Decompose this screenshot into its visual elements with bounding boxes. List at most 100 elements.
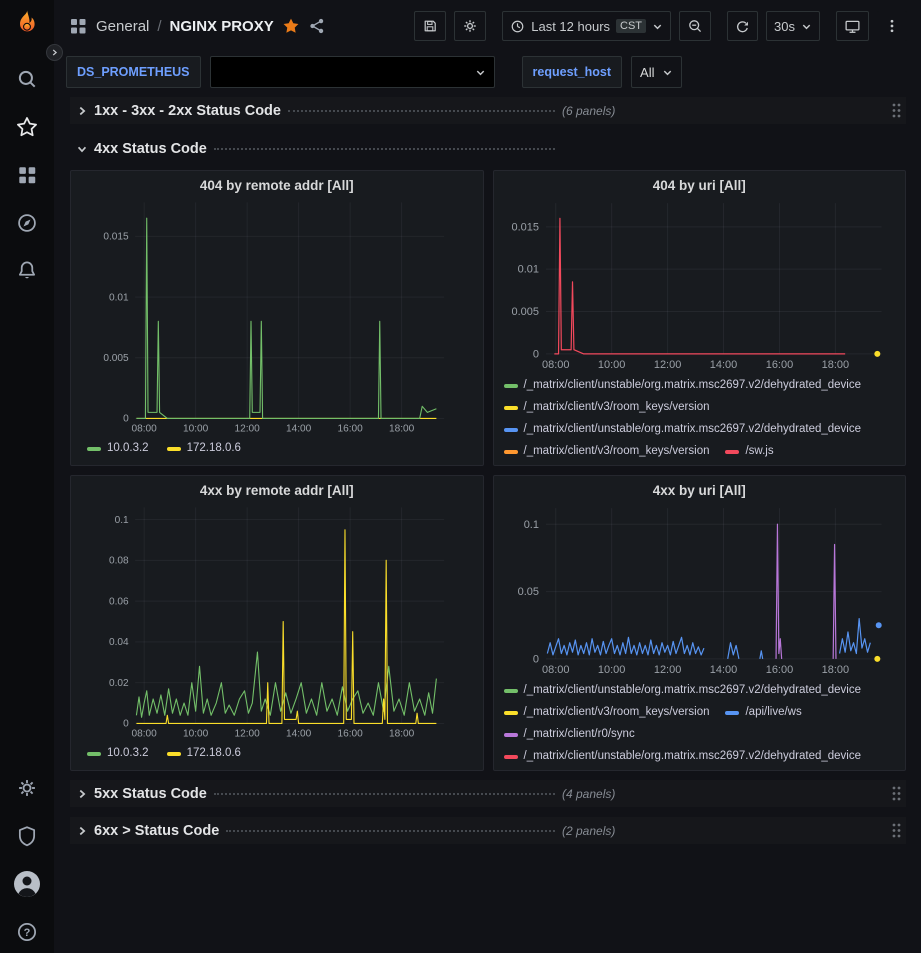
legend-item[interactable]: /_matrix/client/unstable/org.matrix.msc2… [504,746,862,764]
sidebar-expand-button[interactable] [46,44,63,61]
svg-text:18:00: 18:00 [821,664,848,676]
legend-label: /_matrix/client/v3/room_keys/version [524,441,710,459]
variable-label-ds-prometheus[interactable]: DS_PROMETHEUS [66,56,201,88]
row-dotted-leader [226,830,555,832]
panel-title[interactable]: 404 by uri [All] [504,175,896,195]
row-header-1xx[interactable]: 1xx - 3xx - 2xx Status Code (6 panels) [70,97,906,124]
legend-swatch [504,428,518,432]
more-options-button[interactable] [877,11,907,41]
sidebar-item-alerting[interactable] [12,256,42,286]
legend-item[interactable]: 10.0.3.2 [87,438,149,459]
save-dashboard-button[interactable] [414,11,446,41]
sidebar-item-help[interactable]: ? [12,917,42,947]
svg-text:08:00: 08:00 [542,359,569,371]
dashboard-toolbar: Last 12 hours CST 30s [414,11,907,41]
chevron-down-icon [475,67,486,78]
sidebar-item-profile[interactable] [12,869,42,899]
legend-item[interactable]: /_matrix/client/unstable/org.matrix.msc2… [504,680,862,701]
row-header-6xx[interactable]: 6xx > Status Code (2 panels) [70,817,906,844]
legend-item[interactable]: /sw.js [725,441,773,459]
legend-swatch [87,447,101,451]
legend-label: 172.18.0.6 [187,743,241,764]
chevron-down-icon [652,21,663,32]
search-icon [16,68,38,90]
legend-item[interactable]: 172.18.0.6 [167,743,241,764]
breadcrumb-section[interactable]: General [96,18,149,35]
sidebar-item-server-admin[interactable] [12,821,42,851]
row-title: 1xx - 3xx - 2xx Status Code [94,103,281,119]
svg-text:0: 0 [532,653,538,665]
svg-text:08:00: 08:00 [131,728,157,739]
time-range-picker[interactable]: Last 12 hours CST [502,11,671,41]
timeseries-chart[interactable]: 08:0010:0012:0014:0016:0018:0000.020.040… [81,500,473,740]
row-header-5xx[interactable]: 5xx Status Code (4 panels) [70,780,906,807]
svg-text:18:00: 18:00 [389,423,415,434]
row-drag-handle-icon[interactable] [891,822,902,839]
row-drag-handle-icon[interactable] [891,102,902,119]
dashboard-title[interactable]: NGINX PROXY [170,18,274,35]
sidebar-item-configuration[interactable] [12,773,42,803]
timeseries-chart[interactable]: 08:0010:0012:0014:0016:0018:0000.0050.01… [504,195,896,372]
favorite-star-icon[interactable] [282,17,300,35]
legend-swatch [725,711,739,715]
row-panel-count: (2 panels) [562,824,615,838]
panels-grid: 404 by remote addr [All] 08:0010:0012:00… [70,170,906,771]
timeseries-chart[interactable]: 08:0010:0012:0014:0016:0018:0000.050.1 [504,500,896,677]
breadcrumb-separator: / [157,18,161,35]
legend-label: /_matrix/client/r0/sync [524,724,635,745]
share-icon[interactable] [308,17,326,35]
legend-item[interactable]: 172.18.0.6 [167,438,241,459]
kebab-menu-icon [884,18,900,34]
kiosk-mode-button[interactable] [836,11,869,41]
variable-value-request-host[interactable]: All [631,56,682,88]
row-dotted-leader [288,110,555,112]
star-icon [16,116,38,138]
legend-item[interactable]: /api/live/ws [725,702,801,723]
legend-item[interactable]: 10.0.3.2 [87,743,149,764]
gear-icon [16,777,38,799]
variable-label-request-host[interactable]: request_host [522,56,623,88]
legend-item[interactable]: /_matrix/client/r0/sync [504,724,635,745]
sidebar-item-search[interactable] [12,64,42,94]
sidebar-item-dashboards[interactable] [12,160,42,190]
legend-item[interactable]: /_matrix/client/v3/room_keys/version [504,441,710,459]
row-header-4xx[interactable]: 4xx Status Code [70,135,906,162]
chevron-right-icon [76,105,88,117]
panel-title[interactable]: 4xx by uri [All] [504,480,896,500]
top-navbar: General / NGINX PROXY [54,0,921,52]
legend-swatch [504,733,518,737]
legend-item[interactable]: /_matrix/client/v3/room_keys/version [504,397,710,418]
legend-label: 10.0.3.2 [107,743,149,764]
variables-bar: DS_PROMETHEUS request_host All [54,52,921,92]
grafana-logo[interactable] [12,8,42,38]
legend-label: /_matrix/client/unstable/org.matrix.msc2… [524,419,862,440]
sidebar-item-explore[interactable] [12,208,42,238]
legend-item[interactable]: /_matrix/client/unstable/org.matrix.msc2… [504,419,862,440]
legend-label: /_matrix/client/unstable/org.matrix.msc2… [524,680,862,701]
variable-value-ds-prometheus[interactable] [210,56,495,88]
panel-title[interactable]: 4xx by remote addr [All] [81,480,473,500]
compass-icon [16,212,38,234]
shield-icon [16,825,38,847]
legend-label: /sw.js [745,441,773,459]
row-title: 4xx Status Code [94,141,207,157]
row-dotted-leader [214,148,555,150]
zoom-out-time-button[interactable] [679,11,711,41]
svg-text:10:00: 10:00 [597,359,624,371]
row-toggle: 1xx - 3xx - 2xx Status Code [70,103,562,119]
legend-swatch [725,450,739,454]
legend-item[interactable]: /_matrix/client/unstable/org.matrix.msc2… [504,375,862,396]
legend-label: /api/live/ws [745,702,801,723]
legend-item[interactable]: /_matrix/client/v3/room_keys/version [504,702,710,723]
dashboard-settings-button[interactable] [454,11,486,41]
sidebar-item-starred[interactable] [12,112,42,142]
refresh-button[interactable] [727,11,758,41]
panel-title[interactable]: 404 by remote addr [All] [81,175,473,195]
refresh-icon [735,19,750,34]
svg-text:16:00: 16:00 [765,359,792,371]
panel-4xx-by-remote-addr: 4xx by remote addr [All] 08:0010:0012:00… [70,475,484,771]
legend-swatch [167,752,181,756]
timeseries-chart[interactable]: 08:0010:0012:0014:0016:0018:0000.0050.01… [81,195,473,435]
row-drag-handle-icon[interactable] [891,785,902,802]
refresh-interval-picker[interactable]: 30s [766,11,820,41]
